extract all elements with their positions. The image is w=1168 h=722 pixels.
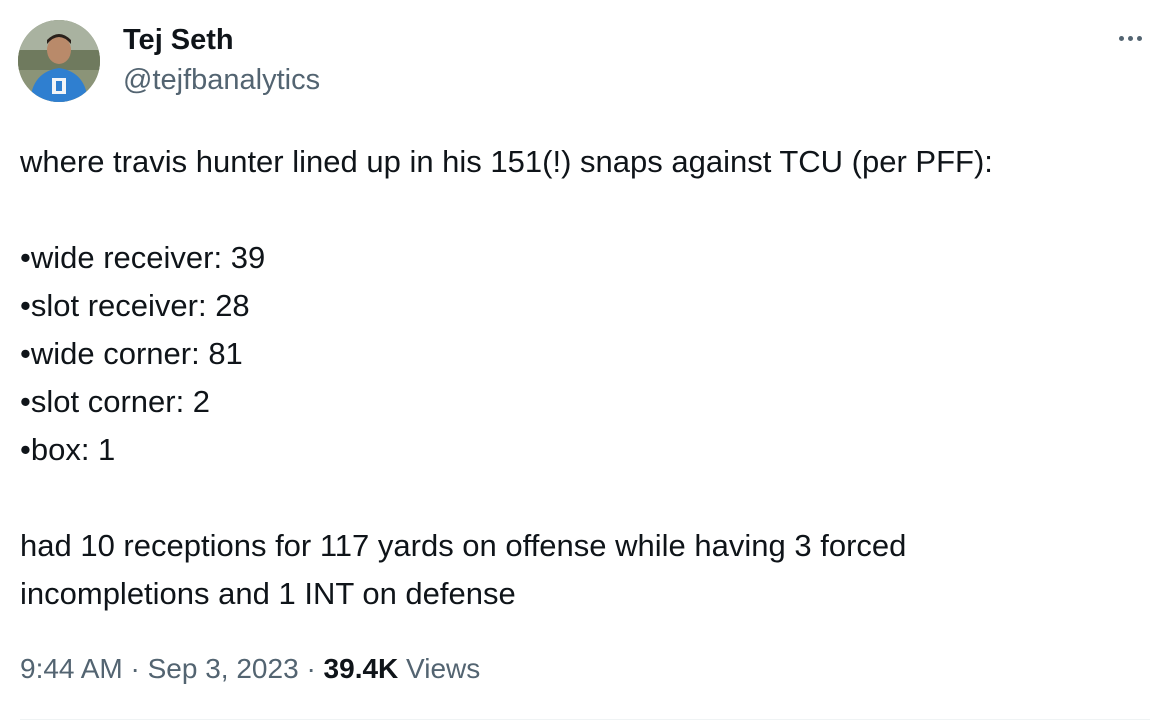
tweet-outro-line-1: had 10 receptions for 117 yards on offen…: [20, 528, 907, 563]
list-item: •slot corner: 2: [20, 384, 211, 419]
tweet-outro-line-2: incompletions and 1 INT on defense: [20, 576, 516, 611]
author-handle[interactable]: @tejfbanalytics: [123, 63, 320, 97]
more-horizontal-icon-dot: [1136, 35, 1142, 41]
meta-separator: ·: [130, 653, 140, 684]
tweet-intro: where travis hunter lined up in his 151(…: [20, 144, 993, 179]
more-options-button[interactable]: [1110, 26, 1150, 50]
views-link[interactable]: 39.4K Views: [324, 653, 481, 684]
views-count: 39.4K: [323, 653, 399, 684]
list-item: •wide receiver: 39: [20, 240, 266, 275]
tweet-card: Tej Seth @tejfbanalytics where travis hu…: [0, 0, 1168, 722]
tweet-text: where travis hunter lined up in his 151(…: [20, 138, 1140, 618]
divider: [20, 719, 1150, 720]
avatar[interactable]: [18, 20, 100, 102]
tweet-date: Sep 3, 2023: [147, 653, 299, 684]
tweet-timestamp-link[interactable]: 9:44 AM · Sep 3, 2023: [20, 653, 299, 684]
views-label: Views: [406, 653, 481, 684]
tweet-meta: 9:44 AM · Sep 3, 2023 · 39.4K Views: [20, 646, 480, 692]
more-horizontal-icon: [1118, 35, 1124, 41]
list-item: •wide corner: 81: [20, 336, 243, 371]
list-item: •slot receiver: 28: [20, 288, 250, 323]
list-item: •box: 1: [20, 432, 116, 467]
more-horizontal-icon-dot: [1127, 35, 1133, 41]
author-name[interactable]: Tej Seth: [123, 23, 234, 57]
tweet-time: 9:44 AM: [20, 653, 123, 684]
meta-separator: ·: [306, 653, 316, 684]
avatar-photo: [18, 20, 100, 102]
